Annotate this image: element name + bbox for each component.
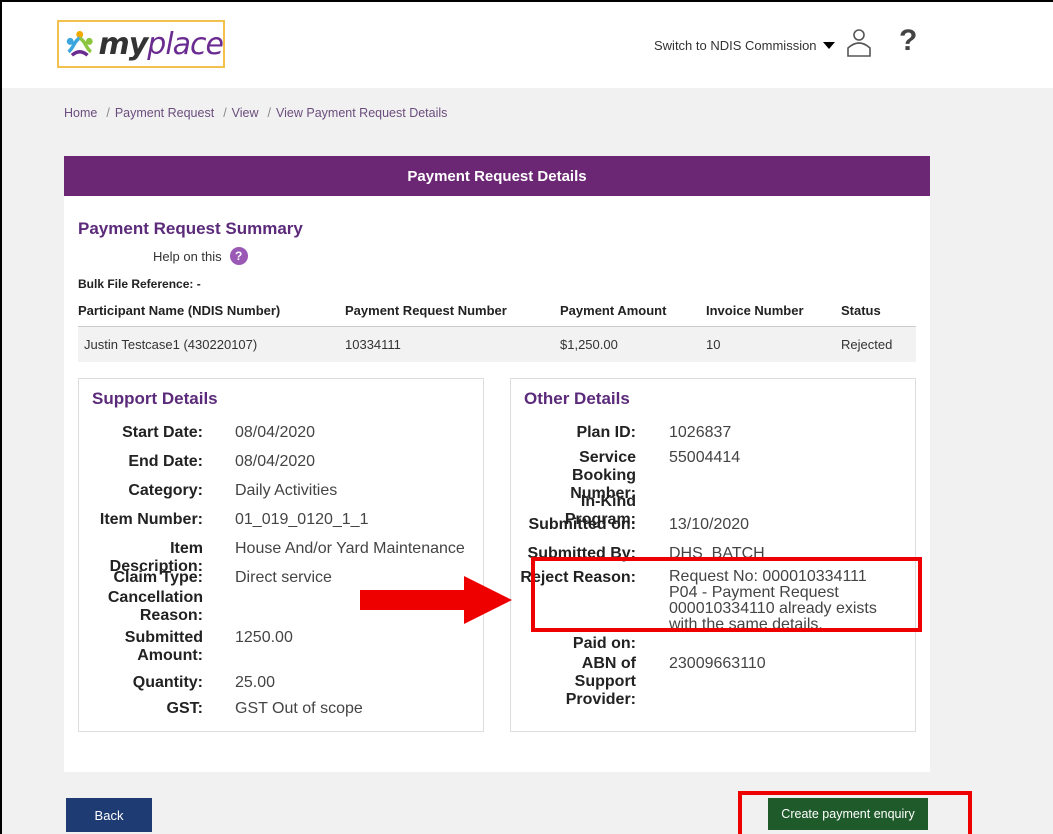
cell-invoice-number: 10 (706, 326, 841, 362)
logo-text-place: place (147, 26, 224, 62)
payment-request-card: Payment Request Details Payment Request … (64, 156, 930, 772)
value-abn: 23009663110 (669, 655, 766, 672)
col-status: Status (841, 299, 916, 327)
support-details-panel: Support Details Start Date: 08/04/2020 E… (78, 378, 484, 732)
support-details-title: Support Details (92, 389, 218, 408)
label-abn: ABN of Support Provider: (565, 655, 636, 708)
myplace-logo[interactable]: myplace (57, 20, 225, 68)
label-paid-on: Paid on: (572, 635, 636, 652)
question-icon[interactable]: ? (229, 247, 248, 265)
value-service-booking: 55004414 (669, 449, 741, 466)
breadcrumb-current: View Payment Request Details (276, 106, 448, 120)
value-submitted-amount: 1250.00 (235, 629, 293, 646)
red-arrow-icon (360, 576, 512, 624)
logo-people-icon (66, 31, 93, 57)
create-payment-enquiry-button[interactable]: Create payment enquiry (768, 798, 928, 830)
help-on-this-label: Help on this (153, 248, 222, 264)
label-item-number: Item Number: (99, 511, 203, 528)
caret-down-icon (822, 42, 835, 49)
col-request-number: Payment Request Number (345, 299, 560, 327)
label-submitted-amount: Submitted Amount: (124, 629, 203, 664)
card-title: Payment Request Details (64, 156, 930, 196)
cell-request-number: 10334111 (345, 326, 560, 362)
breadcrumb-payment-request[interactable]: Payment Request (115, 106, 214, 120)
label-gst: GST: (166, 700, 203, 717)
help-on-this[interactable]: Help on this ? (153, 247, 248, 265)
bulk-file-reference: Bulk File Reference: - (78, 277, 201, 291)
value-gst: GST Out of scope (235, 700, 363, 717)
value-reject-reason: Request No: 000010334111 P04 - Payment R… (669, 568, 877, 633)
label-category: Category: (128, 482, 203, 499)
value-end-date: 08/04/2020 (235, 453, 316, 470)
value-item-number: 01_019_0120_1_1 (235, 511, 369, 528)
label-claim-type: Claim Type: (113, 569, 204, 586)
other-details-title: Other Details (524, 389, 630, 408)
label-reject-reason: Reject Reason: (520, 569, 636, 586)
help-icon[interactable]: ? (899, 24, 917, 58)
breadcrumb-home[interactable]: Home (64, 106, 97, 120)
table-header-row: Participant Name (NDIS Number) Payment R… (78, 299, 916, 327)
breadcrumb: Home / Payment Request / View / View Payment R… (64, 106, 448, 120)
cell-participant: Justin Testcase1 (430220107) (78, 326, 345, 362)
label-submitted-by: Submitted By: (527, 545, 636, 562)
cell-payment-amount: $1,250.00 (560, 326, 706, 362)
back-button[interactable]: Back (66, 798, 152, 832)
table-row: Justin Testcase1 (430220107) 10334111 $1… (78, 326, 916, 362)
value-item-description: House And/or Yard Maintenance (235, 540, 465, 557)
label-end-date: End Date: (128, 453, 203, 470)
label-submitted-on: Submitted on: (528, 516, 636, 533)
user-icon[interactable] (846, 28, 872, 58)
logo-text: myplace (98, 26, 224, 62)
label-plan-id: Plan ID: (576, 424, 636, 441)
value-quantity: 25.00 (235, 674, 276, 691)
summary-title: Payment Request Summary (78, 219, 303, 238)
value-submitted-by: DHS_BATCH (669, 545, 765, 562)
switch-label: Switch to NDIS Commission (654, 38, 817, 53)
col-payment-amount: Payment Amount (560, 299, 706, 327)
label-quantity: Quantity: (132, 674, 203, 691)
label-cancellation-reason: Cancellation Reason: (107, 589, 203, 624)
value-claim-type: Direct service (235, 569, 332, 586)
value-start-date: 08/04/2020 (235, 424, 316, 441)
col-participant: Participant Name (NDIS Number) (78, 299, 345, 327)
cell-status: Rejected (841, 326, 916, 362)
value-category: Daily Activities (235, 482, 338, 499)
label-start-date: Start Date: (122, 424, 203, 441)
col-invoice-number: Invoice Number (706, 299, 841, 327)
switch-commission-dropdown[interactable]: Switch to NDIS Commission (654, 38, 835, 53)
breadcrumb-view[interactable]: View (232, 106, 259, 120)
logo-text-my: my (98, 26, 148, 62)
value-plan-id: 1026837 (669, 424, 732, 441)
value-submitted-on: 13/10/2020 (669, 516, 750, 533)
summary-table: Participant Name (NDIS Number) Payment R… (78, 299, 916, 362)
header: myplace Switch to NDIS Commission ? (2, 2, 1053, 88)
other-details-panel: Other Details Plan ID: 1026837 Service B… (510, 378, 916, 732)
